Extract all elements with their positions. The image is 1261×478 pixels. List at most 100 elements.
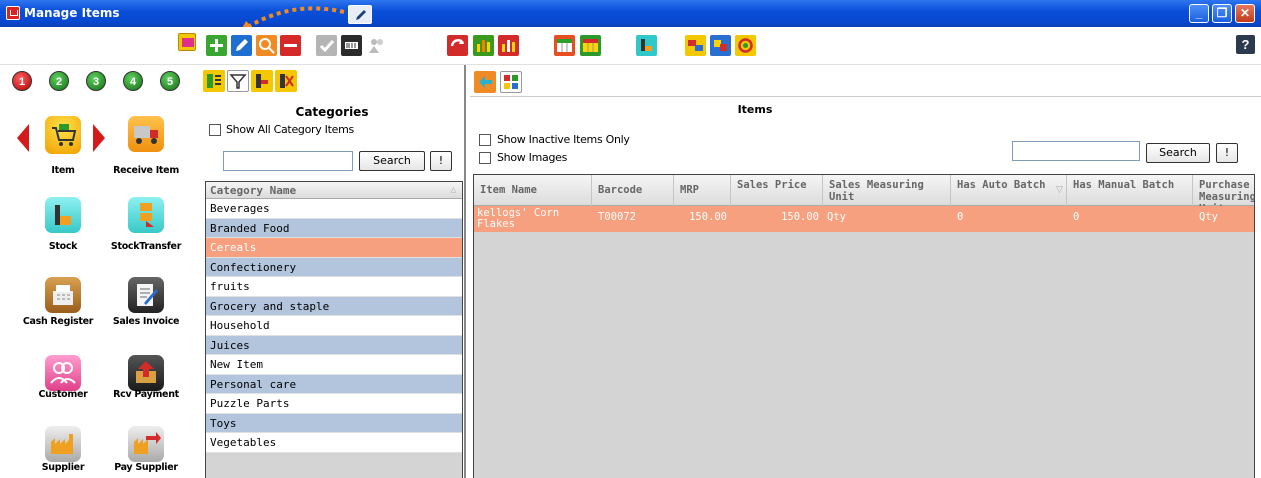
chart-button[interactable] bbox=[473, 35, 494, 56]
nav-label-rcv-payment: Rcv Payment bbox=[113, 389, 179, 400]
truck-icon[interactable] bbox=[128, 116, 164, 152]
category-filter-button[interactable] bbox=[227, 70, 249, 92]
supplier-icon[interactable] bbox=[45, 426, 81, 462]
stock-transfer-icon[interactable] bbox=[128, 197, 164, 233]
col-sales-measuring-unit[interactable]: Sales Measuring Unit bbox=[823, 175, 951, 206]
edit-button[interactable] bbox=[231, 35, 252, 56]
minimize-button[interactable]: _ bbox=[1189, 4, 1209, 23]
category-search-input[interactable] bbox=[223, 151, 353, 171]
col-sales-price[interactable]: Sales Price bbox=[731, 175, 823, 206]
category-row[interactable]: Vegetables bbox=[206, 433, 462, 453]
receive-payment-icon[interactable] bbox=[128, 355, 164, 391]
category-row[interactable]: Personal care bbox=[206, 374, 462, 394]
barcode-button[interactable] bbox=[341, 35, 362, 56]
category-grid-button[interactable] bbox=[203, 70, 225, 92]
step-3-button[interactable]: 3 bbox=[86, 71, 106, 91]
category-row[interactable]: Puzzle Parts bbox=[206, 394, 462, 414]
filter-indicator-icon: ▽ bbox=[1056, 184, 1063, 194]
category-row[interactable]: Household bbox=[206, 316, 462, 336]
col-barcode[interactable]: Barcode bbox=[592, 175, 674, 206]
show-all-category-checkbox[interactable] bbox=[209, 124, 221, 136]
nav-label-sales-invoice: Sales Invoice bbox=[112, 316, 180, 327]
pay-supplier-icon[interactable] bbox=[128, 426, 164, 462]
layout-toggle-icon[interactable] bbox=[178, 33, 196, 51]
customer-icon[interactable] bbox=[45, 355, 81, 391]
shopping-cart-icon[interactable] bbox=[45, 116, 81, 154]
search-button[interactable] bbox=[256, 35, 277, 56]
table-button[interactable] bbox=[554, 35, 575, 56]
refresh-button[interactable] bbox=[447, 35, 468, 56]
col-has-auto-batch[interactable]: Has Auto Batch bbox=[951, 175, 1067, 206]
app-cart-icon bbox=[6, 6, 20, 20]
help-button[interactable]: ? bbox=[1236, 35, 1255, 54]
approve-button[interactable] bbox=[316, 35, 337, 56]
category-name-header[interactable]: Category Name △ bbox=[206, 182, 462, 199]
close-button[interactable]: ✕ bbox=[1235, 4, 1255, 23]
pencil-icon bbox=[236, 39, 248, 51]
category-row[interactable]: Beverages bbox=[206, 199, 462, 219]
minus-icon bbox=[284, 44, 297, 47]
chart-alt-button[interactable] bbox=[498, 35, 519, 56]
bar-chart-icon bbox=[477, 40, 490, 52]
category-search-button[interactable]: Search bbox=[359, 151, 425, 171]
category-row-selected[interactable]: Cereals bbox=[206, 238, 462, 258]
nav-label-customer: Customer bbox=[38, 389, 88, 400]
category-clear-search-button[interactable]: ! bbox=[430, 151, 452, 171]
item-search-button[interactable]: Search bbox=[1146, 143, 1210, 163]
show-inactive-label: Show Inactive Items Only bbox=[497, 133, 630, 146]
clear-filter-icon bbox=[280, 74, 294, 88]
table-alt-button[interactable] bbox=[580, 35, 601, 56]
arrow-left-icon bbox=[479, 76, 492, 88]
sales-invoice-icon[interactable] bbox=[128, 277, 164, 313]
add-button[interactable] bbox=[206, 35, 227, 56]
table-icon bbox=[557, 39, 572, 52]
category-row[interactable]: Grocery and staple bbox=[206, 296, 462, 316]
back-button[interactable] bbox=[474, 71, 496, 93]
cell-sales-price: 150.00 bbox=[781, 211, 819, 223]
col-purchase-measuring-unit[interactable]: Purchase Measuring Unit bbox=[1193, 175, 1254, 215]
category-row[interactable]: Branded Food bbox=[206, 218, 462, 238]
cash-register-icon[interactable] bbox=[45, 277, 81, 313]
category-row[interactable]: Juices bbox=[206, 335, 462, 355]
step-1-button[interactable]: 1 bbox=[12, 71, 32, 91]
category-row[interactable]: fruits bbox=[206, 277, 462, 297]
restore-button[interactable]: ❐ bbox=[1212, 4, 1232, 23]
col-has-manual-batch[interactable]: Has Manual Batch bbox=[1067, 175, 1193, 206]
cell-auto-batch: 0 bbox=[957, 211, 964, 223]
show-inactive-checkbox[interactable] bbox=[479, 134, 491, 146]
merge-button[interactable] bbox=[710, 35, 731, 56]
item-clear-search-button[interactable]: ! bbox=[1216, 143, 1238, 163]
step-5-button[interactable]: 5 bbox=[160, 71, 180, 91]
category-sort-button[interactable] bbox=[251, 70, 273, 92]
cell-item-name: kellogs' Corn Flakes bbox=[477, 207, 560, 230]
users-button[interactable] bbox=[366, 35, 387, 56]
magnifier-icon bbox=[259, 38, 275, 54]
stock-icon bbox=[641, 39, 652, 51]
col-mrp[interactable]: MRP bbox=[674, 175, 731, 206]
stock-icon[interactable] bbox=[45, 197, 81, 233]
show-images-checkbox[interactable] bbox=[479, 152, 491, 164]
step-4-button[interactable]: 4 bbox=[123, 71, 143, 91]
nav-label-stock: Stock bbox=[48, 241, 78, 252]
stock-button[interactable] bbox=[636, 35, 657, 56]
category-row[interactable]: New Item bbox=[206, 355, 462, 375]
users-icon bbox=[369, 39, 383, 53]
window-title: Manage Items bbox=[24, 6, 120, 20]
edit-tab-button[interactable] bbox=[348, 5, 372, 24]
transfer-button[interactable] bbox=[685, 35, 706, 56]
items-grid: Item Name Barcode MRP Sales Price Sales … bbox=[473, 174, 1255, 478]
tile-view-button[interactable] bbox=[500, 71, 522, 93]
show-images-label: Show Images bbox=[497, 151, 568, 164]
category-row[interactable]: Toys bbox=[206, 413, 462, 433]
category-row[interactable]: Confectionery bbox=[206, 257, 462, 277]
col-item-name[interactable]: Item Name bbox=[474, 175, 592, 206]
cell-purchase-unit: Qty bbox=[1199, 211, 1218, 223]
delete-button[interactable] bbox=[280, 35, 301, 56]
category-clear-button[interactable] bbox=[275, 70, 297, 92]
merge-icon bbox=[714, 40, 727, 51]
table-row[interactable]: kellogs' Corn Flakes T00072 150.00 150.0… bbox=[474, 206, 1254, 232]
recycle-button[interactable] bbox=[735, 35, 756, 56]
step-2-button[interactable]: 2 bbox=[49, 71, 69, 91]
cell-sales-unit: Qty bbox=[827, 211, 846, 223]
item-search-input[interactable] bbox=[1012, 141, 1140, 161]
